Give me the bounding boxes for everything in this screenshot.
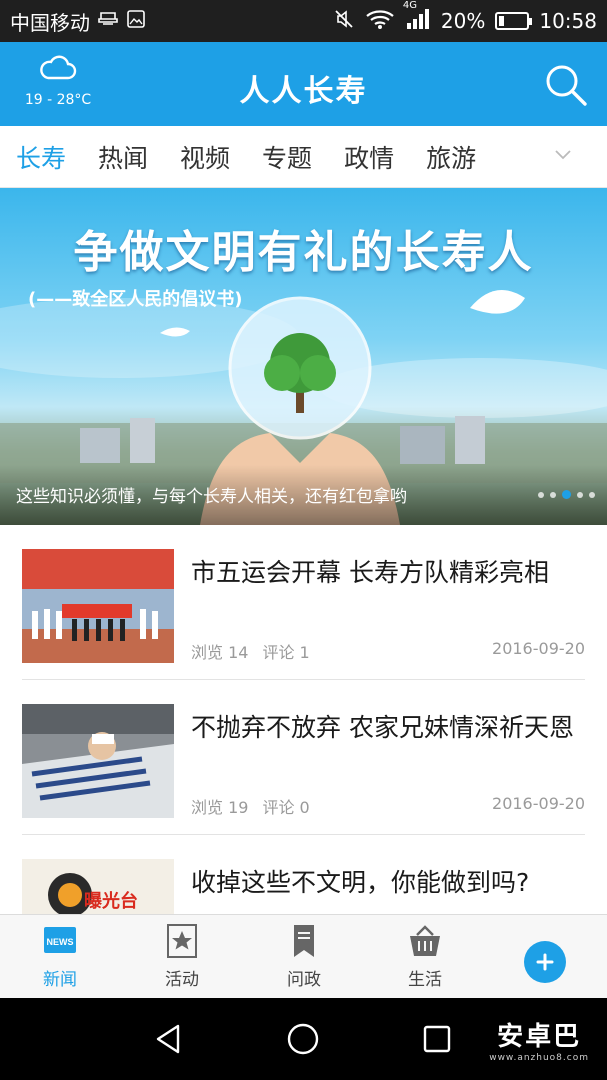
- carousel-dot: [550, 491, 556, 498]
- screenshot-icon: [126, 9, 146, 34]
- watermark-url: www.anzhuo8.com: [489, 1053, 589, 1063]
- banner-carousel[interactable]: 争做文明有礼的长寿人 (——致全区人民的倡议书) 这些知识必须懂，与每个长寿人相…: [0, 188, 607, 525]
- usb-icon: [98, 9, 118, 33]
- signal-icon: 4G: [403, 0, 431, 35]
- news-date: 2016-09-20: [492, 794, 585, 813]
- carousel-dot: [577, 491, 583, 498]
- carousel-dot: [562, 490, 571, 499]
- category-tabs: 长寿 热闻 视频 专题 政情 旅游: [0, 126, 607, 188]
- mute-icon: [333, 8, 355, 35]
- tab-politics[interactable]: 政情: [344, 139, 394, 175]
- news-icon-text: NEWS: [47, 937, 74, 947]
- network-badge: 4G: [402, 0, 418, 11]
- app-header: 19 - 28°C 人人长寿: [0, 42, 607, 126]
- watermark-text: 安卓巴: [497, 1022, 582, 1052]
- nav-label: 问政: [287, 970, 321, 990]
- nav-label: 生活: [408, 970, 442, 990]
- carousel-dot: [538, 491, 544, 498]
- news-title: 不抛弃不放弃 农家兄妹情深祈天恩: [191, 713, 574, 742]
- banner-headline: 争做文明有礼的长寿人: [73, 227, 534, 278]
- news-icon: NEWS: [42, 923, 78, 959]
- tab-hot-news[interactable]: 热闻: [98, 139, 148, 175]
- back-icon[interactable]: [152, 1022, 186, 1060]
- list-item[interactable]: 市五运会开幕 长寿方队精彩亮相 浏览 14 评论 1 2016-09-20: [22, 525, 585, 680]
- carrier-name: 中国移动: [10, 10, 90, 35]
- battery-percent: 20%: [440, 9, 486, 33]
- list-item[interactable]: 不抛弃不放弃 农家兄妹情深祈天恩 浏览 19 评论 0 2016-09-20: [22, 680, 585, 835]
- news-thumbnail: 曝光台: [22, 859, 174, 915]
- watermark-logo: 安卓巴 www.anzhuo8.com: [489, 1016, 589, 1063]
- view-count: 浏览 14: [191, 643, 249, 662]
- list-item[interactable]: 曝光台 收掉这些不文明，你能做到吗?: [22, 835, 585, 915]
- nav-life[interactable]: 生活: [385, 923, 465, 990]
- tab-travel[interactable]: 旅游: [426, 139, 476, 175]
- thumbnail-label: 曝光台: [84, 891, 138, 912]
- nav-label: 新闻: [43, 970, 77, 990]
- nav-label: 活动: [165, 970, 199, 990]
- nav-inquiry[interactable]: 问政: [264, 923, 344, 990]
- search-icon: [546, 65, 587, 106]
- comment-count: 评论 0: [262, 798, 310, 817]
- home-icon[interactable]: [286, 1022, 320, 1060]
- tab-video[interactable]: 视频: [180, 139, 230, 175]
- news-list: 市五运会开幕 长寿方队精彩亮相 浏览 14 评论 1 2016-09-20 不抛弃…: [0, 525, 607, 915]
- recent-apps-icon[interactable]: [420, 1022, 454, 1060]
- news-meta: 浏览 14 评论 1: [191, 639, 310, 663]
- chevron-down-icon[interactable]: [553, 144, 573, 164]
- banner-subheadline: (——致全区人民的倡议书): [28, 289, 243, 310]
- status-bar: 中国移动 4G 20% 10:58: [0, 0, 607, 42]
- basket-icon: [407, 923, 443, 959]
- battery-icon: [495, 12, 533, 30]
- wifi-icon: [365, 8, 395, 35]
- star-icon: [164, 923, 200, 959]
- carousel-dot: [589, 491, 595, 498]
- news-date: 2016-09-20: [492, 639, 585, 658]
- battery-fill: [499, 16, 505, 26]
- news-title: 收掉这些不文明，你能做到吗?: [191, 868, 530, 897]
- view-count: 浏览 19: [191, 798, 249, 817]
- search-button[interactable]: [543, 62, 589, 108]
- system-navigation-bar: 安卓巴 www.anzhuo8.com: [0, 998, 607, 1080]
- tab-changshou[interactable]: 长寿: [16, 139, 66, 175]
- tab-topics[interactable]: 专题: [262, 139, 312, 175]
- plus-icon: [536, 953, 554, 971]
- nav-news[interactable]: NEWS 新闻: [20, 923, 100, 990]
- banner-caption: 这些知识必须懂，与每个长寿人相关，还有红包拿哟: [16, 487, 407, 507]
- news-thumbnail: [22, 549, 174, 663]
- add-button[interactable]: [524, 941, 566, 983]
- clock: 10:58: [539, 9, 597, 33]
- comment-count: 评论 1: [262, 643, 310, 662]
- bookmark-icon: [286, 923, 322, 959]
- carousel-indicator: [538, 490, 595, 499]
- bottom-nav: NEWS 新闻 活动 问政 生活: [0, 914, 607, 998]
- news-meta: 浏览 19 评论 0: [191, 794, 310, 818]
- app-title: 人人长寿: [239, 74, 368, 109]
- news-thumbnail: [22, 704, 174, 818]
- news-title: 市五运会开幕 长寿方队精彩亮相: [191, 558, 549, 587]
- nav-activities[interactable]: 活动: [142, 923, 222, 990]
